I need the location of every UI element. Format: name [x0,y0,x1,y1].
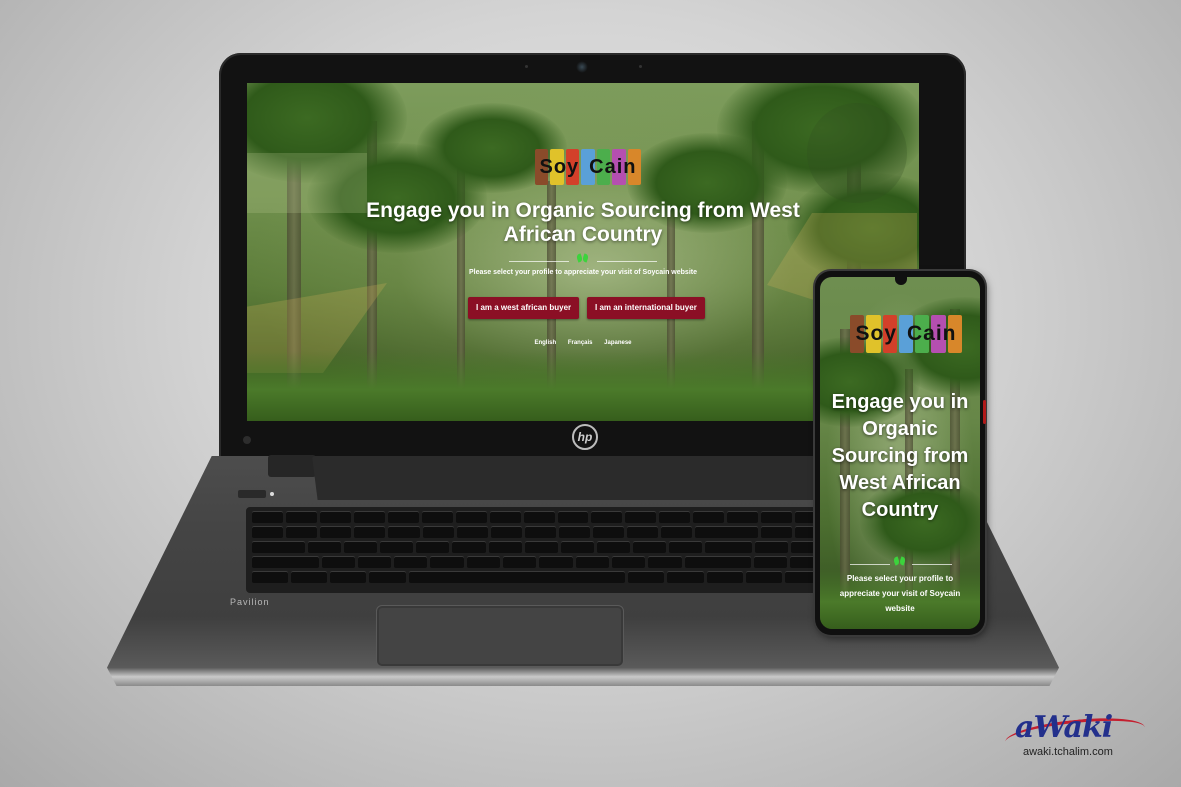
divider [912,564,952,565]
international-buyer-button[interactable]: I am an international buyer [587,297,705,319]
status-led [243,436,251,444]
model-label: Pavilion [230,597,270,607]
touchpad[interactable] [376,605,624,667]
divider [509,261,569,262]
logo-word: Soy [539,155,580,178]
watermark-url: awaki.tchalim.com [1023,746,1113,758]
language-link-japanese[interactable]: Japanese [604,340,631,346]
logo-word: Cain [589,155,637,178]
divider [850,564,890,565]
power-led [270,492,274,496]
page-headline: Engage you in Organic Sourcing from West… [831,391,969,521]
logo-word: Cain [907,322,957,345]
phone-side-button[interactable] [983,400,986,424]
power-button[interactable] [238,490,266,498]
watermark: aWaki awaki.tchalim.com [1003,708,1155,758]
keyboard [246,507,866,593]
soycain-logo: Soy Cain [535,149,641,185]
west-african-buyer-button[interactable]: I am a west african buyer [468,297,580,319]
page-headline: Engage you in Organic Sourcing from West… [366,199,800,246]
logo-word: Soy [855,322,897,345]
page-subtitle: Please select your profile to appreciate… [839,574,961,613]
hinge [268,455,316,477]
language-link-francais[interactable]: Français [568,340,593,346]
language-link-english[interactable]: English [534,340,556,346]
camera-notch [895,277,907,285]
soycain-logo: Soy Cain [850,315,962,353]
sprout-icon [575,253,590,263]
divider [597,261,657,262]
watermark-logo: aWaki [1015,710,1113,745]
hp-logo: hp [572,424,598,450]
smartphone: Soy Cain Engage you in Organic Sourcing … [815,271,985,635]
phone-screen: Soy Cain Engage you in Organic Sourcing … [820,277,980,629]
webcam-icon [576,61,588,73]
sprout-icon [892,556,907,566]
page-subtitle: Please select your profile to appreciate… [469,269,697,276]
sensor-dot [639,65,642,68]
sensor-dot [525,65,528,68]
speaker-bar [312,456,872,500]
